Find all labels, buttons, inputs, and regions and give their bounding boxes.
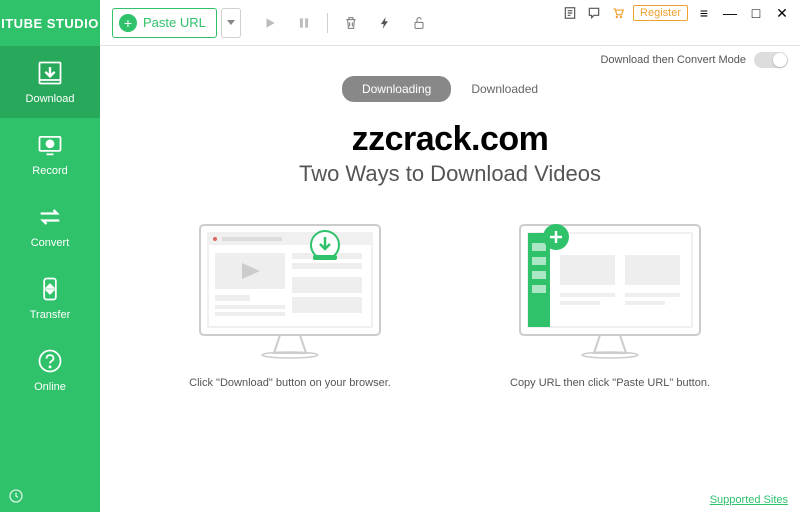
clock-icon[interactable] [8, 488, 24, 504]
sidebar-item-download[interactable]: Download [0, 46, 100, 118]
nav-label: Download [26, 93, 75, 105]
tab-downloading[interactable]: Downloading [342, 76, 451, 102]
tab-downloaded[interactable]: Downloaded [451, 76, 558, 102]
method-browser: Click "Download" button on your browser. [170, 215, 410, 392]
main-area: Register ≡ — □ ✕ + Paste URL Down [100, 0, 800, 512]
supported-sites-link[interactable]: Supported Sites [710, 494, 788, 506]
app-logo: ITUBE STUDIO [0, 0, 100, 46]
download-icon [36, 59, 64, 87]
mode-row: Download then Convert Mode [100, 46, 800, 68]
methods: Click "Download" button on your browser. [170, 215, 730, 392]
watermark-text: zzcrack.com [352, 120, 549, 159]
sidebar-item-record[interactable]: Record [0, 118, 100, 190]
sidebar-item-online[interactable]: Online [0, 334, 100, 406]
turbo-button[interactable] [370, 8, 400, 38]
lock-button[interactable] [404, 8, 434, 38]
nav-label: Transfer [30, 309, 71, 321]
method2-text: Copy URL then click "Paste URL" button. [510, 375, 710, 392]
paste-url-button[interactable]: + Paste URL [112, 8, 217, 38]
nav-label: Record [32, 165, 67, 177]
paste-url-dropdown[interactable] [221, 8, 241, 38]
footer: Supported Sites [100, 490, 800, 512]
page-subtitle: Two Ways to Download Videos [299, 161, 601, 187]
minimize-button[interactable]: — [720, 4, 740, 22]
menu-icon[interactable]: ≡ [694, 4, 714, 22]
content: zzcrack.com Two Ways to Download Videos [100, 102, 800, 490]
transfer-icon [36, 275, 64, 303]
online-icon [36, 347, 64, 375]
tabs: Downloading Downloaded [100, 76, 800, 102]
feedback-icon[interactable] [585, 4, 603, 22]
play-button[interactable] [255, 8, 285, 38]
convert-icon [36, 203, 64, 231]
cart-icon[interactable] [609, 4, 627, 22]
sidebar-item-transfer[interactable]: Transfer [0, 262, 100, 334]
record-icon [36, 131, 64, 159]
nav-label: Online [34, 381, 66, 393]
separator [327, 13, 328, 33]
method1-text: Click "Download" button on your browser. [189, 375, 391, 392]
sidebar-item-convert[interactable]: Convert [0, 190, 100, 262]
mode-label: Download then Convert Mode [600, 54, 746, 66]
sidebar: ITUBE STUDIO Download Record Convert Tra… [0, 0, 100, 512]
notes-icon[interactable] [561, 4, 579, 22]
paste-label: Paste URL [143, 15, 206, 30]
chevron-down-icon [227, 20, 235, 26]
sidebar-footer [8, 488, 24, 504]
close-button[interactable]: ✕ [772, 4, 792, 22]
delete-button[interactable] [336, 8, 366, 38]
pause-button[interactable] [289, 8, 319, 38]
window-controls: Register ≡ — □ ✕ [561, 4, 792, 22]
monitor-illustration-2 [500, 215, 720, 365]
register-button[interactable]: Register [633, 5, 688, 21]
maximize-button[interactable]: □ [746, 4, 766, 22]
nav-label: Convert [31, 237, 70, 249]
convert-mode-toggle[interactable] [754, 52, 788, 68]
method-paste: Copy URL then click "Paste URL" button. [490, 215, 730, 392]
monitor-illustration-1 [180, 215, 400, 365]
plus-icon: + [119, 14, 137, 32]
